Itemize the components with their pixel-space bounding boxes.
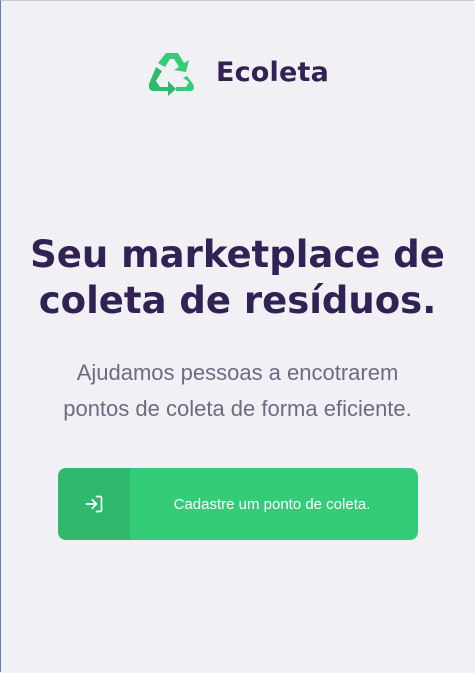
hero-headline-line-2: coleta de resíduos. (38, 279, 437, 322)
register-point-label: Cadastre um ponto de coleta. (173, 495, 371, 513)
hero-headline: Seu marketplace de coleta de resíduos. (0, 232, 475, 324)
hero-subtitle: Ajudamos pessoas a encotrarem pontos de … (0, 355, 475, 427)
register-point-button[interactable]: Cadastre um ponto de coleta. (58, 468, 418, 540)
hero-subtitle-line-1: Ajudamos pessoas a encotrarem (76, 360, 399, 385)
hero-subtitle-line-2: pontos de coleta de forma eficiente. (63, 396, 412, 421)
log-in-icon (85, 495, 103, 513)
cta-icon-box (58, 468, 130, 540)
recycle-icon (148, 53, 194, 96)
site-header: Ecoleta (0, 48, 475, 96)
brand-name: Ecoleta (215, 56, 330, 88)
app-frame (0, 0, 474, 672)
hero-headline-line-1: Seu marketplace de (30, 233, 445, 276)
